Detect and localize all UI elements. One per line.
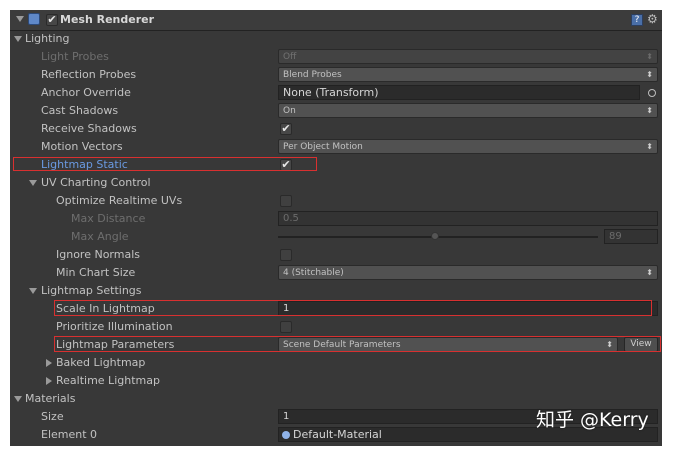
dropdown-arrow-icon: ⬍ xyxy=(646,142,653,151)
scale-in-lightmap-field[interactable]: 1 xyxy=(278,301,658,316)
watermark: 知乎 @Kerry xyxy=(536,409,649,431)
realtime-lightmap-foldout-icon[interactable] xyxy=(46,377,52,385)
gear-icon[interactable]: ⚙ xyxy=(647,12,658,26)
inspector-panel: ✔ Mesh Renderer ? ⚙ Lighting Light Probe… xyxy=(10,10,662,446)
lighting-header: Lighting xyxy=(25,32,70,45)
scale-in-lightmap-row: Scale In Lightmap 1 xyxy=(10,300,662,318)
max-distance-label: Max Distance xyxy=(71,212,146,225)
anchor-override-label: Anchor Override xyxy=(41,86,131,99)
lighting-foldout-icon[interactable] xyxy=(14,36,22,42)
view-button[interactable]: View xyxy=(624,337,658,352)
baked-lightmap-row[interactable]: Baked Lightmap xyxy=(10,354,662,372)
optimize-realtime-uvs-row: Optimize Realtime UVs xyxy=(10,192,662,210)
baked-lightmap-label: Baked Lightmap xyxy=(56,356,146,369)
anchor-override-value: None (Transform) xyxy=(283,86,379,99)
prioritize-illumination-checkbox[interactable] xyxy=(280,321,292,333)
component-title: Mesh Renderer xyxy=(60,13,155,26)
lightmap-static-label: Lightmap Static xyxy=(41,158,128,171)
min-chart-size-row: Min Chart Size 4 (Stitchable) ⬍ xyxy=(10,264,662,282)
lightmap-static-checkbox[interactable]: ✔ xyxy=(280,159,292,171)
materials-header: Materials xyxy=(25,392,76,405)
max-angle-slider-thumb xyxy=(430,232,439,240)
motion-vectors-dropdown[interactable]: Per Object Motion ⬍ xyxy=(278,139,658,154)
lightmap-parameters-row: Lightmap Parameters Scene Default Parame… xyxy=(10,336,662,354)
scale-in-lightmap-label: Scale In Lightmap xyxy=(56,302,155,315)
prioritize-illumination-label: Prioritize Illumination xyxy=(56,320,173,333)
uv-charting-title: UV Charting Control xyxy=(41,176,151,189)
component-foldout-icon[interactable] xyxy=(16,16,24,22)
cast-shadows-label: Cast Shadows xyxy=(41,104,119,117)
min-chart-size-value: 4 (Stitchable) xyxy=(283,268,344,278)
receive-shadows-label: Receive Shadows xyxy=(41,122,137,135)
cast-shadows-row: Cast Shadows On ⬍ xyxy=(10,102,662,120)
max-angle-value: 89 xyxy=(609,231,622,242)
object-picker-icon[interactable] xyxy=(648,89,656,97)
materials-foldout-icon[interactable] xyxy=(14,396,22,402)
material-sphere-icon xyxy=(282,431,290,439)
baked-lightmap-foldout-icon[interactable] xyxy=(46,359,52,367)
motion-vectors-row: Motion Vectors Per Object Motion ⬍ xyxy=(10,138,662,156)
lightmap-parameters-label: Lightmap Parameters xyxy=(56,338,175,351)
dropdown-arrow-icon: ⬍ xyxy=(646,268,653,277)
dropdown-arrow-icon: ⬍ xyxy=(646,70,653,79)
lightmap-parameters-value: Scene Default Parameters xyxy=(283,340,401,350)
max-distance-field: 0.5 xyxy=(278,211,658,226)
max-angle-row: Max Angle 89 xyxy=(10,228,662,246)
scale-in-lightmap-value: 1 xyxy=(283,303,290,314)
light-probes-row: Light Probes Off ⬍ xyxy=(10,48,662,66)
dropdown-arrow-icon: ⬍ xyxy=(606,340,613,349)
mesh-renderer-icon xyxy=(28,13,40,25)
light-probes-label: Light Probes xyxy=(41,50,109,63)
realtime-lightmap-label: Realtime Lightmap xyxy=(56,374,160,387)
ignore-normals-checkbox[interactable] xyxy=(280,249,292,261)
prioritize-illumination-row: Prioritize Illumination xyxy=(10,318,662,336)
component-enabled-checkbox[interactable]: ✔ xyxy=(46,14,58,26)
lightmap-settings-title: Lightmap Settings xyxy=(41,284,142,297)
max-angle-label: Max Angle xyxy=(71,230,129,243)
reflection-probes-row: Reflection Probes Blend Probes ⬍ xyxy=(10,66,662,84)
reflection-probes-dropdown[interactable]: Blend Probes ⬍ xyxy=(278,67,658,82)
receive-shadows-row: Receive Shadows ✔ xyxy=(10,120,662,138)
max-distance-row: Max Distance 0.5 xyxy=(10,210,662,228)
cast-shadows-value: On xyxy=(283,106,296,116)
motion-vectors-value: Per Object Motion xyxy=(283,142,363,152)
ignore-normals-label: Ignore Normals xyxy=(56,248,141,261)
materials-size-label: Size xyxy=(41,410,64,423)
anchor-override-field[interactable]: None (Transform) xyxy=(278,85,640,100)
optimize-realtime-uvs-label: Optimize Realtime UVs xyxy=(56,194,183,207)
element0-value: Default-Material xyxy=(293,428,382,441)
materials-size-value: 1 xyxy=(283,411,290,422)
optimize-realtime-uvs-checkbox[interactable] xyxy=(280,195,292,207)
cast-shadows-dropdown[interactable]: On ⬍ xyxy=(278,103,658,118)
uv-charting-foldout-icon[interactable] xyxy=(29,180,37,186)
anchor-override-row: Anchor Override None (Transform) xyxy=(10,84,662,102)
lightmap-settings-foldout-icon[interactable] xyxy=(29,288,37,294)
lightmap-static-row: Lightmap Static ✔ xyxy=(10,156,662,174)
receive-shadows-checkbox[interactable]: ✔ xyxy=(280,123,292,135)
max-distance-value: 0.5 xyxy=(283,213,299,224)
help-icon[interactable]: ? xyxy=(631,14,643,26)
light-probes-dropdown: Off ⬍ xyxy=(278,49,658,64)
min-chart-size-dropdown[interactable]: 4 (Stitchable) ⬍ xyxy=(278,265,658,280)
lightmap-parameters-dropdown[interactable]: Scene Default Parameters ⬍ xyxy=(278,337,618,352)
element0-label: Element 0 xyxy=(41,428,98,441)
dropdown-arrow-icon: ⬍ xyxy=(646,52,653,61)
lightmap-settings-header[interactable]: Lightmap Settings xyxy=(10,282,662,300)
reflection-probes-label: Reflection Probes xyxy=(41,68,137,81)
ignore-normals-row: Ignore Normals xyxy=(10,246,662,264)
reflection-probes-value: Blend Probes xyxy=(283,70,342,80)
realtime-lightmap-row[interactable]: Realtime Lightmap xyxy=(10,372,662,390)
component-header[interactable]: ✔ Mesh Renderer ? ⚙ xyxy=(10,10,662,31)
uv-charting-header[interactable]: UV Charting Control xyxy=(10,174,662,192)
light-probes-value: Off xyxy=(283,52,297,62)
lighting-section-header[interactable]: Lighting xyxy=(10,30,662,48)
dropdown-arrow-icon: ⬍ xyxy=(646,106,653,115)
motion-vectors-label: Motion Vectors xyxy=(41,140,123,153)
max-angle-field: 89 xyxy=(604,229,658,244)
min-chart-size-label: Min Chart Size xyxy=(56,266,136,279)
